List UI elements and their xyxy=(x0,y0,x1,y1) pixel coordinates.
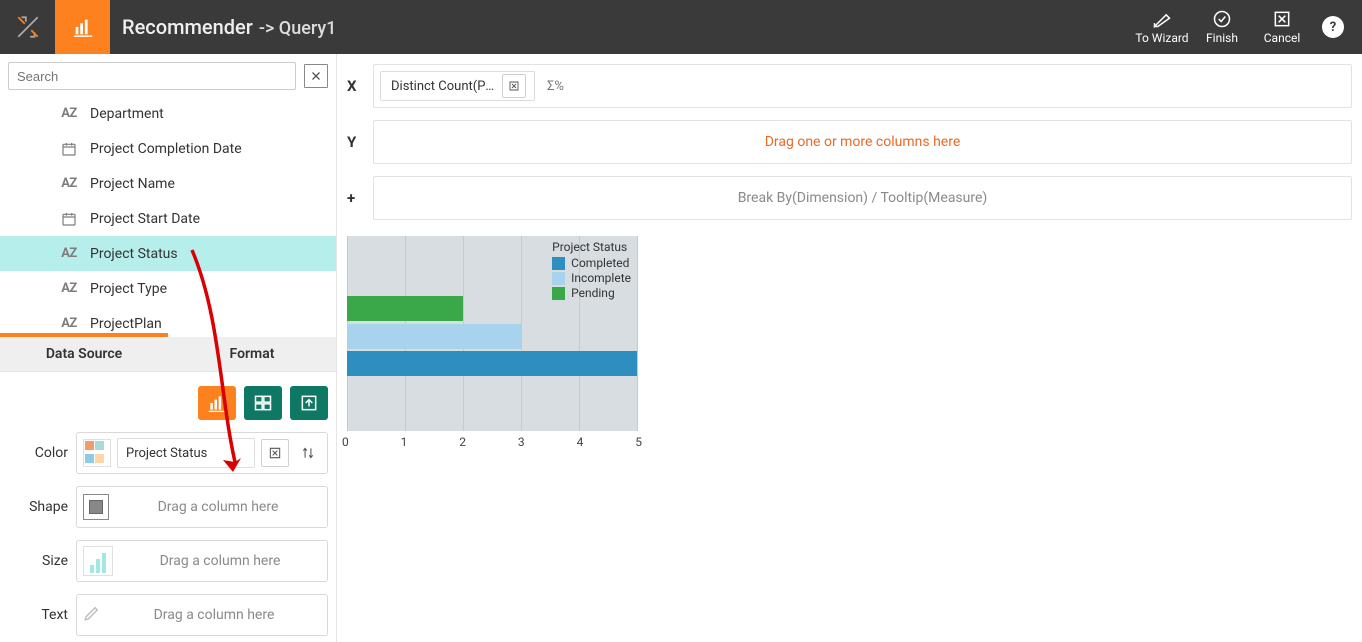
date-type-icon xyxy=(58,211,80,227)
x-axis-label: X xyxy=(347,77,363,95)
pencil-icon xyxy=(83,604,101,626)
tab-indicator xyxy=(0,333,336,337)
app-header: Recommender -> Query1 To Wizard Finish C… xyxy=(0,0,1362,54)
x-axis-well[interactable]: Distinct Count(Projec... Σ% xyxy=(373,64,1352,108)
page-title: Recommender -> Query1 xyxy=(122,15,336,39)
main-canvas: X Distinct Count(Projec... Σ% Y Drag on xyxy=(337,54,1362,642)
size-label: Size xyxy=(8,553,68,569)
color-swatch-icon xyxy=(83,439,111,467)
chart-bar xyxy=(347,296,463,321)
cancel-button[interactable]: Cancel xyxy=(1252,9,1312,45)
sidebar: AZDepartmentProject Completion DateAZPro… xyxy=(0,54,337,642)
y-axis-label: Y xyxy=(347,133,363,151)
text-type-icon: AZ xyxy=(58,316,80,331)
field-item[interactable]: AZProject Name xyxy=(0,166,336,201)
to-wizard-button[interactable]: To Wizard xyxy=(1132,9,1192,45)
field-item[interactable]: Project Start Date xyxy=(0,201,336,236)
text-type-icon: AZ xyxy=(58,281,80,296)
app-logo-icon xyxy=(0,0,55,54)
chart-preview: Project StatusCompletedIncompletePending… xyxy=(347,236,652,449)
color-chip[interactable]: Project Status xyxy=(117,438,255,468)
text-label: Text xyxy=(8,607,68,623)
viz-type-export-button[interactable] xyxy=(290,386,328,420)
chart-bar xyxy=(347,324,521,349)
color-fx-button[interactable] xyxy=(261,439,289,467)
color-well[interactable]: Project Status xyxy=(76,432,328,474)
finish-button[interactable]: Finish xyxy=(1192,9,1252,45)
field-item[interactable]: AZDepartment xyxy=(0,96,336,131)
search-input[interactable] xyxy=(8,62,296,90)
date-type-icon xyxy=(58,141,80,157)
shape-well[interactable]: Drag a column here xyxy=(76,486,328,528)
shape-swatch-icon xyxy=(83,494,109,520)
clear-search-icon[interactable] xyxy=(304,64,328,88)
field-list[interactable]: AZDepartmentProject Completion DateAZPro… xyxy=(0,96,336,333)
field-item[interactable]: Project Completion Date xyxy=(0,131,336,166)
tab-format[interactable]: Format xyxy=(168,337,336,371)
title-sub: -> Query1 xyxy=(259,18,337,39)
field-item[interactable]: AZProject Type xyxy=(0,271,336,306)
chart-bar xyxy=(347,351,637,376)
sigma-icon[interactable]: Σ% xyxy=(547,79,564,94)
viz-type-bar-button[interactable] xyxy=(198,386,236,420)
size-well[interactable]: Drag a column here xyxy=(76,540,328,582)
token-fx-button[interactable] xyxy=(502,74,526,98)
chart-legend: Project StatusCompletedIncompletePending xyxy=(552,240,631,301)
text-type-icon: AZ xyxy=(58,106,80,121)
x-axis-token[interactable]: Distinct Count(Projec... xyxy=(380,71,535,101)
tab-data-source[interactable]: Data Source xyxy=(0,337,168,371)
text-well[interactable]: Drag a column here xyxy=(76,594,328,636)
text-type-icon: AZ xyxy=(58,176,80,191)
plus-axis-label: + xyxy=(347,189,363,207)
color-sort-button[interactable] xyxy=(295,440,321,466)
help-icon[interactable]: ? xyxy=(1322,16,1344,38)
color-label: Color xyxy=(8,445,68,461)
field-item[interactable]: AZProject Status xyxy=(0,236,336,271)
breakby-well[interactable]: Break By(Dimension) / Tooltip(Measure) xyxy=(373,176,1352,220)
title-main: Recommender xyxy=(122,15,253,39)
field-item[interactable]: AZProjectPlan xyxy=(0,306,336,333)
text-type-icon: AZ xyxy=(58,246,80,261)
chart-mode-icon[interactable] xyxy=(55,0,110,54)
y-axis-well[interactable]: Drag one or more columns here xyxy=(373,120,1352,164)
viz-type-split-button[interactable] xyxy=(244,386,282,420)
shape-label: Shape xyxy=(8,499,68,515)
size-swatch-icon xyxy=(83,546,113,576)
